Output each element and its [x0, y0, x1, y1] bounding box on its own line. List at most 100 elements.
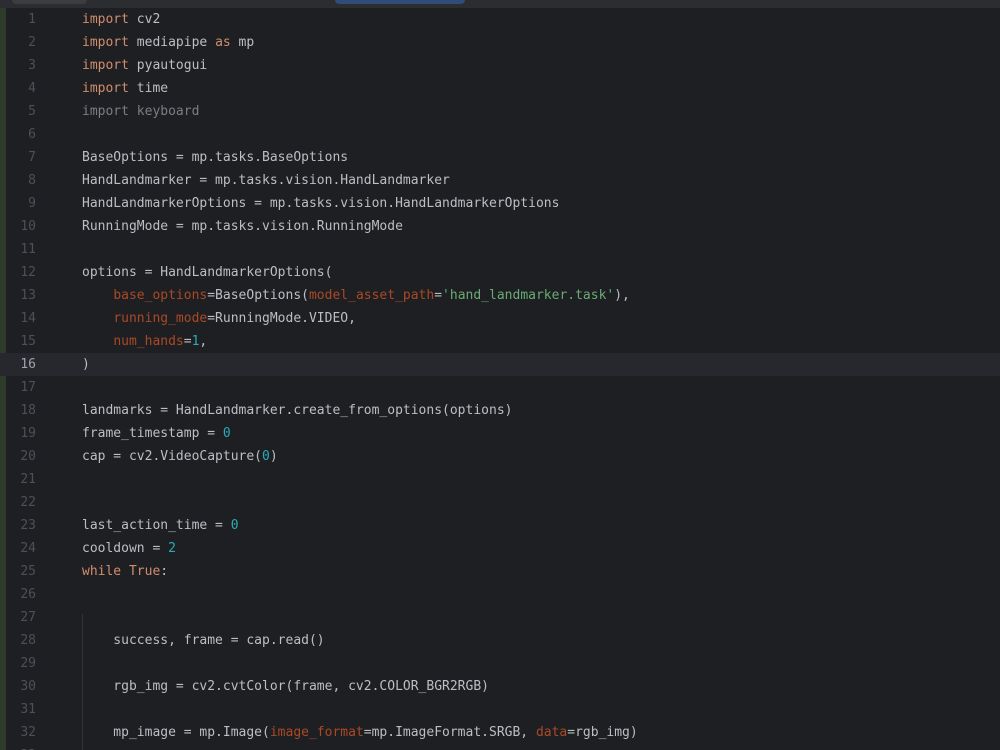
- code-line[interactable]: 13 base_options=BaseOptions(model_asset_…: [0, 284, 1000, 307]
- line-number: 11: [20, 242, 36, 257]
- code-token: import: [82, 35, 129, 50]
- code-text[interactable]: RunningMode = mp.tasks.vision.RunningMod…: [82, 215, 403, 238]
- code-text[interactable]: running_mode=RunningMode.VIDEO,: [82, 307, 356, 330]
- line-number: 30: [20, 679, 36, 694]
- code-token: RunningMode = mp.tasks.vision.RunningMod…: [82, 219, 403, 234]
- line-number: 16: [20, 357, 36, 372]
- code-line[interactable]: 16): [0, 353, 1000, 376]
- code-text[interactable]: BaseOptions = mp.tasks.BaseOptions: [82, 146, 348, 169]
- code-editor[interactable]: 1 import cv2 2 import mediapipe as mp 3 impor…: [0, 0, 1000, 750]
- code-text[interactable]: HandLandmarkerOptions = mp.tasks.vision.…: [82, 192, 559, 215]
- code-line[interactable]: 23 last_action_time = 0: [0, 514, 1000, 537]
- code-token: mp: [230, 35, 255, 50]
- code-token: success, frame = cap.read(): [82, 633, 325, 648]
- code-token: =: [183, 334, 192, 349]
- code-line[interactable]: 2 import mediapipe as mp: [0, 31, 1000, 54]
- code-line[interactable]: 26: [0, 583, 1000, 606]
- code-token: 0: [222, 426, 231, 441]
- line-number: 14: [20, 311, 36, 326]
- code-text[interactable]: last_action_time = 0: [82, 514, 239, 537]
- code-line[interactable]: 25 while True:: [0, 560, 1000, 583]
- code-line[interactable]: 28 success, frame = cap.read(): [0, 629, 1000, 652]
- code-token: frame_timestamp =: [82, 426, 223, 441]
- code-text[interactable]: num_hands=1,: [82, 330, 207, 353]
- code-token: ): [82, 357, 90, 372]
- code-line[interactable]: 8 HandLandmarker = mp.tasks.vision.HandLa…: [0, 169, 1000, 192]
- code-line[interactable]: 3 import pyautogui: [0, 54, 1000, 77]
- code-token: ): [269, 449, 278, 464]
- editor-tab[interactable]: [12, 0, 87, 4]
- code-text[interactable]: rgb_img = cv2.cvtColor(frame, cv2.COLOR_…: [82, 675, 489, 698]
- code-line[interactable]: 7 BaseOptions = mp.tasks.BaseOptions: [0, 146, 1000, 169]
- code-line[interactable]: 33: [0, 744, 1000, 750]
- code-line[interactable]: 30 rgb_img = cv2.cvtColor(frame, cv2.COL…: [0, 675, 1000, 698]
- code-line[interactable]: 22: [0, 491, 1000, 514]
- code-line[interactable]: 29: [0, 652, 1000, 675]
- line-number: 21: [20, 472, 36, 487]
- code-text[interactable]: cap = cv2.VideoCapture(0): [82, 445, 278, 468]
- code-line[interactable]: 10 RunningMode = mp.tasks.vision.RunningM…: [0, 215, 1000, 238]
- line-number: 7: [28, 150, 36, 165]
- line-number: 3: [28, 58, 36, 73]
- code-token: last_action_time =: [82, 518, 231, 533]
- code-text[interactable]: options = HandLandmarkerOptions(: [82, 261, 332, 284]
- code-text[interactable]: import keyboard: [82, 100, 199, 123]
- code-text[interactable]: success, frame = cap.read(): [82, 629, 325, 652]
- code-line[interactable]: 12 options = HandLandmarkerOptions(: [0, 261, 1000, 284]
- code-token: ,: [199, 334, 208, 349]
- code-area[interactable]: 1 import cv2 2 import mediapipe as mp 3 impor…: [0, 8, 1000, 750]
- code-line[interactable]: 24 cooldown = 2: [0, 537, 1000, 560]
- code-line[interactable]: 5 import keyboard: [0, 100, 1000, 123]
- code-line[interactable]: 9 HandLandmarkerOptions = mp.tasks.vision…: [0, 192, 1000, 215]
- code-token: 0: [230, 518, 239, 533]
- code-text[interactable]: import time: [82, 77, 168, 100]
- code-token: time: [128, 81, 169, 96]
- code-line[interactable]: 19 frame_timestamp = 0: [0, 422, 1000, 445]
- code-token: cap = cv2.VideoCapture(: [82, 449, 263, 464]
- code-line[interactable]: 31: [0, 698, 1000, 721]
- line-number: 22: [20, 495, 36, 510]
- line-number: 23: [20, 518, 36, 533]
- line-number: 4: [28, 81, 36, 96]
- code-line[interactable]: 32 mp_image = mp.Image(image_format=mp.I…: [0, 721, 1000, 744]
- code-text[interactable]: landmarks = HandLandmarker.create_from_o…: [82, 399, 512, 422]
- code-token: ),: [614, 288, 630, 303]
- code-line[interactable]: 21: [0, 468, 1000, 491]
- code-text[interactable]: import pyautogui: [82, 54, 207, 77]
- code-line[interactable]: 1 import cv2: [0, 8, 1000, 31]
- code-line[interactable]: 17: [0, 376, 1000, 399]
- code-token: mp_image = mp.Image(: [82, 725, 270, 740]
- code-text[interactable]: HandLandmarker = mp.tasks.vision.HandLan…: [82, 169, 450, 192]
- code-token: import: [82, 81, 129, 96]
- code-text[interactable]: frame_timestamp = 0: [82, 422, 231, 445]
- code-line[interactable]: 11: [0, 238, 1000, 261]
- code-text[interactable]: while True:: [82, 560, 168, 583]
- code-token: running_mode: [113, 311, 208, 326]
- code-token: import keyboard: [82, 104, 200, 119]
- code-line[interactable]: 15 num_hands=1,: [0, 330, 1000, 353]
- code-line[interactable]: 20 cap = cv2.VideoCapture(0): [0, 445, 1000, 468]
- code-line[interactable]: 4 import time: [0, 77, 1000, 100]
- code-token: =: [434, 288, 443, 303]
- code-text[interactable]: import mediapipe as mp: [82, 31, 254, 54]
- line-number: 18: [20, 403, 36, 418]
- code-line[interactable]: 27: [0, 606, 1000, 629]
- line-number: 1: [28, 12, 36, 27]
- code-line[interactable]: 14 running_mode=RunningMode.VIDEO,: [0, 307, 1000, 330]
- code-token: num_hands: [113, 334, 184, 349]
- code-text[interactable]: mp_image = mp.Image(image_format=mp.Imag…: [82, 721, 637, 744]
- code-token: pyautogui: [128, 58, 208, 73]
- code-line[interactable]: 18 landmarks = HandLandmarker.create_from…: [0, 399, 1000, 422]
- line-number: 9: [28, 196, 36, 211]
- code-token: HandLandmarkerOptions = mp.tasks.vision.…: [82, 196, 560, 211]
- code-line[interactable]: 6: [0, 123, 1000, 146]
- code-text[interactable]: base_options=BaseOptions(model_asset_pat…: [82, 284, 630, 307]
- code-text[interactable]: ): [82, 353, 90, 376]
- code-text[interactable]: import cv2: [82, 8, 160, 31]
- code-text[interactable]: cooldown = 2: [82, 537, 176, 560]
- editor-tab-active[interactable]: [335, 0, 465, 4]
